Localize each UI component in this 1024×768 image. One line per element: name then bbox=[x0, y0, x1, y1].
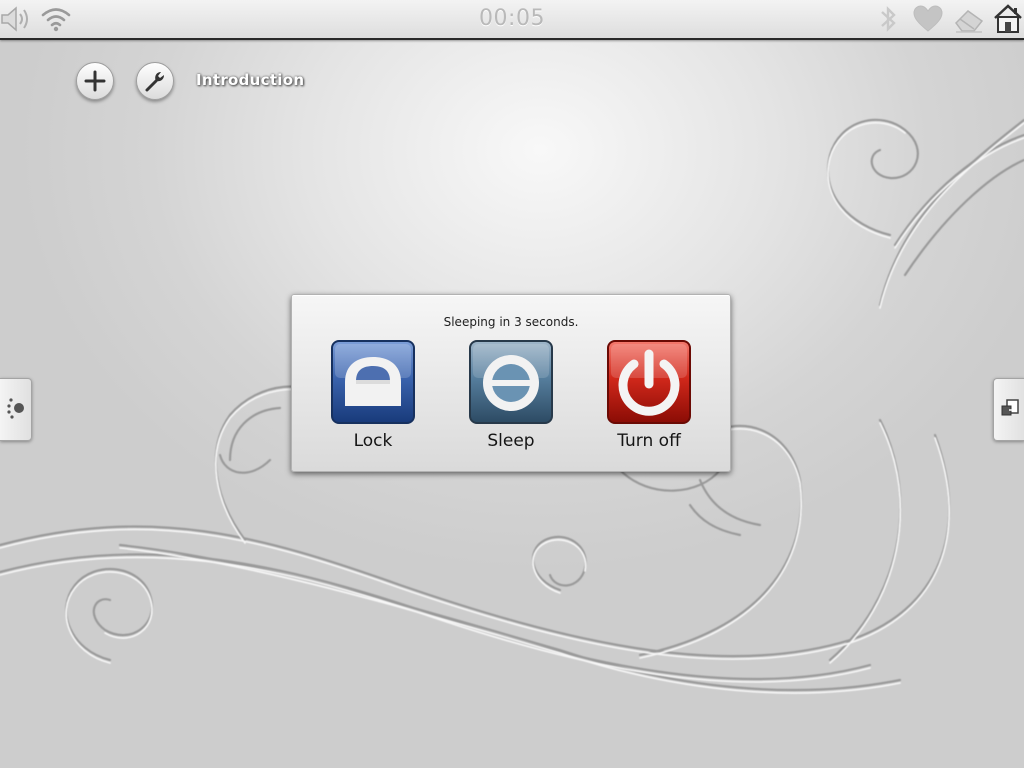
plus-icon bbox=[83, 69, 107, 93]
lock-button[interactable] bbox=[331, 340, 415, 424]
settings-button[interactable] bbox=[136, 62, 174, 100]
status-clock: 00:05 bbox=[479, 6, 545, 31]
window-switch-icon bbox=[999, 397, 1021, 423]
right-panel-tab[interactable] bbox=[993, 378, 1024, 441]
eraser-icon[interactable] bbox=[952, 3, 986, 39]
page-title[interactable]: Introduction bbox=[196, 71, 304, 89]
sleep-icon bbox=[469, 340, 553, 424]
status-bar: 00:05 bbox=[0, 0, 1024, 40]
power-dialog: Sleeping in 3 seconds. Lock Sleep Turn o… bbox=[291, 294, 731, 472]
heart-icon[interactable] bbox=[912, 3, 944, 39]
sleep-button[interactable] bbox=[469, 340, 553, 424]
sleep-countdown-message: Sleeping in 3 seconds. bbox=[443, 315, 579, 329]
sleep-label: Sleep bbox=[487, 431, 535, 451]
power-icon bbox=[607, 340, 691, 424]
wrench-icon bbox=[143, 69, 167, 93]
left-panel-tab[interactable] bbox=[0, 378, 32, 441]
turn-off-label: Turn off bbox=[617, 431, 681, 451]
lock-label: Lock bbox=[353, 431, 393, 451]
bluetooth-icon[interactable] bbox=[876, 3, 904, 39]
dots-icon bbox=[5, 395, 27, 425]
lock-icon bbox=[331, 340, 415, 424]
home-icon[interactable] bbox=[992, 3, 1024, 39]
turn-off-button[interactable] bbox=[607, 340, 691, 424]
add-button[interactable] bbox=[76, 62, 114, 100]
